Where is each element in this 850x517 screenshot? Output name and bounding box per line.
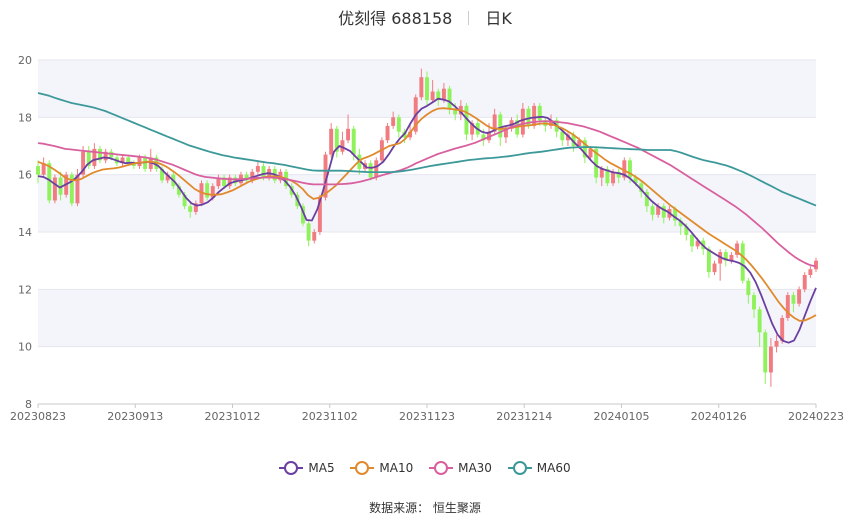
candle-body	[599, 168, 604, 178]
candle-body	[797, 289, 802, 304]
candle-body	[396, 117, 401, 132]
candle-body	[740, 243, 745, 281]
candle-body	[430, 91, 435, 101]
candle-body	[752, 295, 756, 310]
candle-body	[802, 275, 807, 290]
candle-body	[36, 166, 40, 175]
y-tick-label: 16	[18, 169, 32, 182]
legend-line-ma30	[429, 461, 454, 475]
legend-item-ma5[interactable]: MA5	[279, 461, 335, 475]
candle-body	[441, 88, 446, 101]
x-tick-label: 20230913	[107, 410, 163, 423]
candle-body	[537, 105, 542, 121]
candle-body	[808, 269, 813, 275]
candle-body	[329, 128, 334, 155]
y-tick-label: 10	[18, 341, 32, 354]
x-axis: 20230823 20230913 20231012 20231102 20231123…	[10, 404, 844, 423]
y-tick-label: 14	[18, 226, 32, 239]
x-tick-label: 20231012	[205, 410, 261, 423]
candle-body	[188, 206, 193, 212]
candle-body	[374, 160, 379, 178]
legend: MA5 MA10 MA30 MA60	[0, 458, 850, 475]
legend-line-ma10	[350, 461, 375, 475]
candle-body	[368, 163, 373, 178]
candle-body	[498, 114, 503, 138]
candle-body	[391, 117, 396, 126]
legend-label-ma60: MA60	[536, 461, 571, 475]
candle-body	[791, 295, 796, 304]
x-tick-label: 20240105	[594, 410, 650, 423]
legend-label-ma10: MA10	[379, 461, 414, 475]
candle-body	[650, 206, 655, 215]
legend-label-ma5: MA5	[308, 461, 335, 475]
legend-dot-ma60	[512, 461, 527, 475]
candle-body	[385, 125, 390, 141]
candle-body	[763, 332, 768, 373]
x-tick-label: 20240126	[691, 410, 747, 423]
candle-body	[757, 309, 762, 333]
candle-body	[768, 346, 773, 373]
x-tick-label: 20240223	[788, 410, 844, 423]
legend-dot-ma5	[284, 461, 299, 475]
candle-body	[706, 249, 711, 273]
candle-body	[447, 88, 452, 109]
candle-body	[712, 263, 717, 273]
candle-body	[520, 108, 525, 135]
candle-body	[425, 77, 429, 101]
candle-body	[52, 177, 57, 201]
candle-body	[746, 280, 751, 296]
candle-body	[312, 232, 317, 241]
x-tick-label: 20231214	[496, 410, 552, 423]
legend-item-ma30[interactable]: MA30	[429, 461, 492, 475]
y-tick-label: 12	[18, 283, 32, 296]
legend-dot-ma30	[434, 461, 449, 475]
y-tick-label: 18	[18, 111, 32, 124]
x-tick-label: 20231123	[399, 410, 455, 423]
candle-body	[261, 166, 266, 178]
legend-label-ma30: MA30	[458, 461, 492, 475]
legend-item-ma10[interactable]: MA10	[350, 461, 413, 475]
legend-line-ma60	[507, 461, 532, 475]
x-tick-label: 20230823	[10, 410, 66, 423]
data-source: 数据来源： 恒生聚源	[369, 501, 481, 515]
x-tick-label: 20231102	[302, 410, 358, 423]
y-axis: 8101214161820	[18, 54, 32, 411]
candle-body	[255, 166, 260, 172]
legend-line-ma5	[279, 461, 304, 475]
legend-item-ma60[interactable]: MA60	[507, 461, 571, 475]
candle-body	[689, 234, 694, 247]
candle-body	[346, 128, 351, 141]
candle-body	[306, 223, 311, 241]
candle-body	[205, 183, 210, 198]
candlestick-chart: 8101214161820 20230823 20230913 20231012 20…	[10, 54, 844, 423]
candle-body	[419, 77, 424, 98]
candle-body	[814, 260, 818, 270]
candle-body	[774, 340, 779, 347]
y-tick-label: 20	[18, 54, 32, 67]
candle-body	[351, 128, 356, 155]
plot-band	[38, 289, 816, 347]
candle-body	[611, 171, 616, 184]
legend-dot-ma10	[355, 461, 370, 475]
